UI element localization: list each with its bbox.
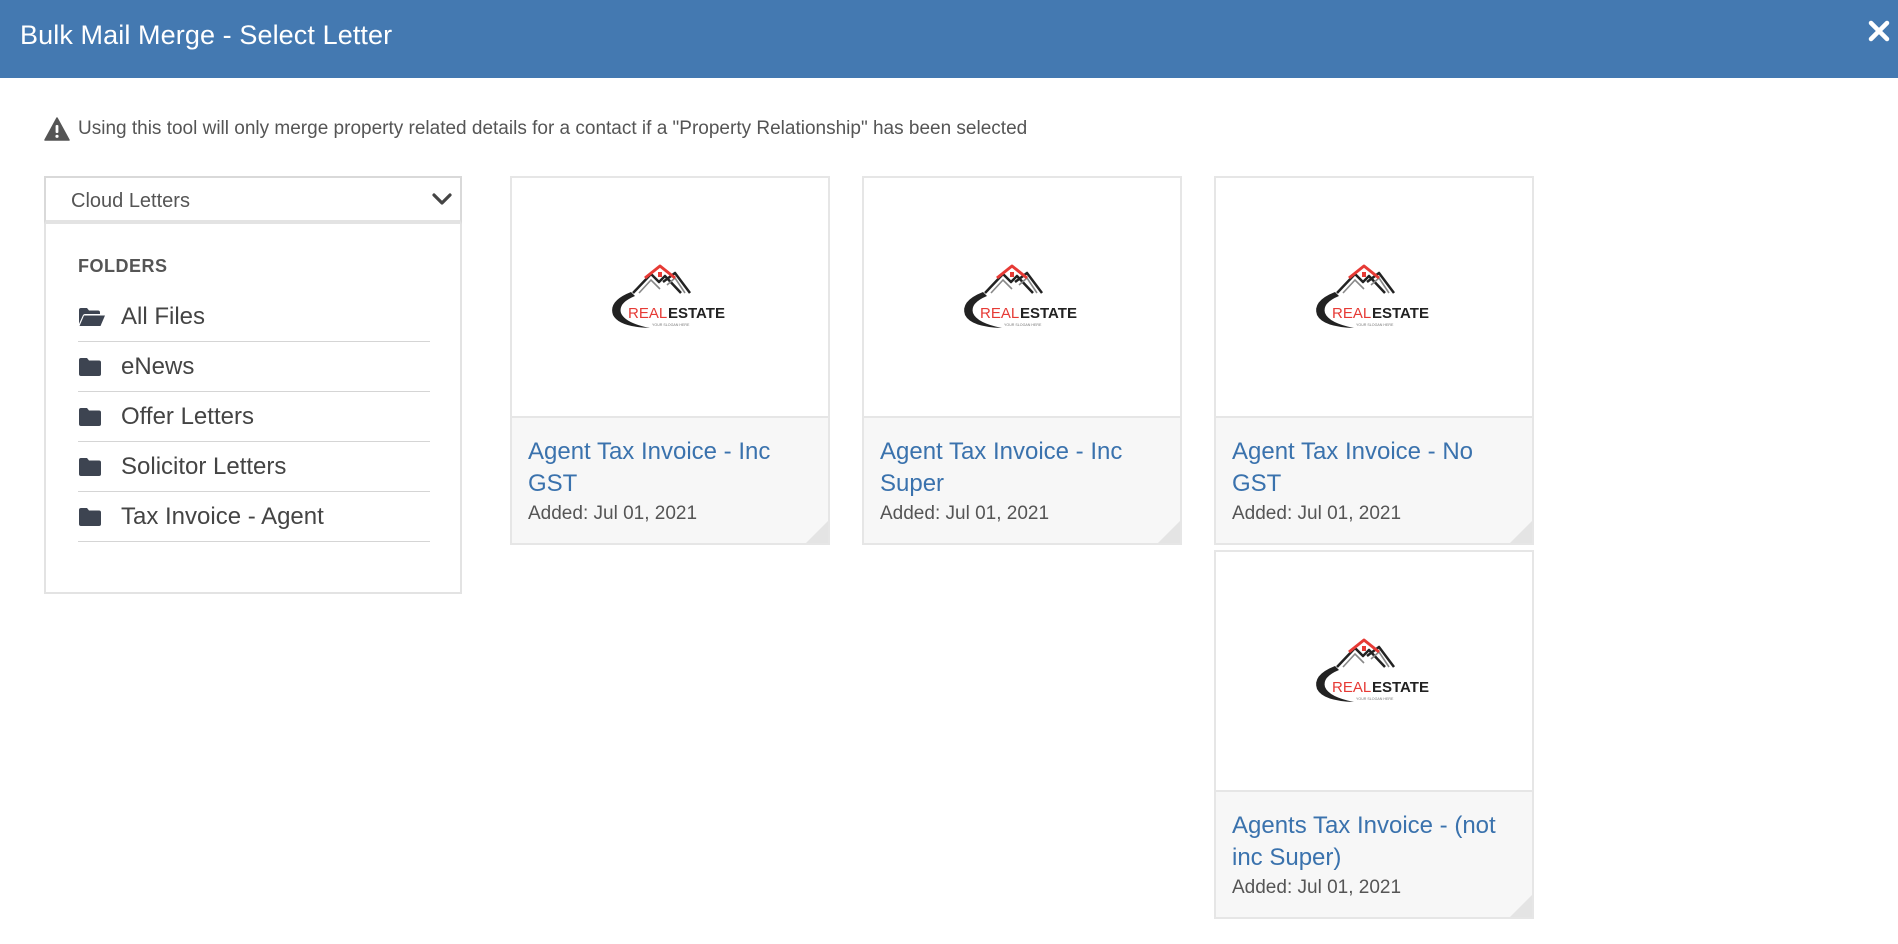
folder-label: Solicitor Letters bbox=[121, 452, 287, 480]
letter-title[interactable]: Agent Tax Invoice - Inc GST bbox=[528, 436, 812, 500]
letter-card-agent-tax-invoice-no-gst[interactable]: REAL ESTATE YOUR SLOGAN HERE Agent Tax I… bbox=[1214, 176, 1534, 545]
real-estate-logo: REAL ESTATE YOUR SLOGAN HERE bbox=[1316, 638, 1429, 702]
folder-item-all-files[interactable]: All Files bbox=[78, 292, 430, 342]
folder-item-solicitor-letters[interactable]: Solicitor Letters bbox=[78, 442, 430, 492]
logo-text-estate: ESTATE bbox=[1372, 305, 1429, 322]
folder-icon bbox=[79, 457, 101, 476]
folder-label: eNews bbox=[121, 352, 195, 380]
real-estate-logo: REAL ESTATE YOUR SLOGAN HERE bbox=[1316, 264, 1429, 328]
folder-item-tax-invoice-agent[interactable]: Tax Invoice - Agent bbox=[78, 492, 430, 542]
letter-thumbnail: REAL ESTATE YOUR SLOGAN HERE bbox=[864, 178, 1180, 418]
letter-added-date: Added: Jul 01, 2021 bbox=[528, 503, 698, 524]
folder-label: Tax Invoice - Agent bbox=[121, 502, 324, 530]
logo-slogan: YOUR SLOGAN HERE bbox=[1004, 323, 1042, 327]
card-corner bbox=[1158, 521, 1180, 543]
logo-text-real: REAL bbox=[1332, 305, 1371, 322]
modal-title: Bulk Mail Merge - Select Letter bbox=[20, 20, 393, 50]
letter-added-date: Added: Jul 01, 2021 bbox=[1232, 877, 1402, 898]
logo-text-estate: ESTATE bbox=[1372, 679, 1429, 696]
logo-text-estate: ESTATE bbox=[1020, 305, 1077, 322]
logo-text-real: REAL bbox=[980, 305, 1019, 322]
card-corner bbox=[806, 521, 828, 543]
real-estate-logo: REAL ESTATE YOUR SLOGAN HERE bbox=[964, 264, 1077, 328]
letter-card-agent-tax-invoice-inc-super[interactable]: REAL ESTATE YOUR SLOGAN HERE Agent Tax I… bbox=[862, 176, 1182, 545]
logo-text-real: REAL bbox=[1332, 679, 1371, 696]
letter-source-select[interactable]: Cloud Letters bbox=[44, 176, 462, 224]
letter-added-date: Added: Jul 01, 2021 bbox=[1232, 503, 1402, 524]
folder-list: All Files eNews Offer Letters Solicitor … bbox=[78, 292, 430, 542]
logo-text-real: REAL bbox=[628, 305, 667, 322]
chevron-down-icon bbox=[432, 193, 452, 205]
close-icon[interactable] bbox=[1866, 18, 1892, 44]
card-corner bbox=[1510, 521, 1532, 543]
letter-card-agents-tax-invoice-not-inc-super[interactable]: REAL ESTATE YOUR SLOGAN HERE Agents Tax … bbox=[1214, 550, 1534, 919]
folder-label: All Files bbox=[121, 302, 206, 330]
modal-header: Bulk Mail Merge - Select Letter bbox=[0, 0, 1898, 78]
letter-thumbnail: REAL ESTATE YOUR SLOGAN HERE bbox=[1216, 552, 1532, 792]
folder-open-icon bbox=[79, 307, 105, 326]
notice-text: Using this tool will only merge property… bbox=[78, 118, 1028, 139]
letter-title[interactable]: Agent Tax Invoice - No GST bbox=[1232, 436, 1516, 500]
letter-card-body: Agent Tax Invoice - No GST Added: Jul 01… bbox=[1216, 418, 1532, 543]
folders-panel: FOLDERS All Files eNews Offer Letters So… bbox=[44, 224, 462, 594]
notice: Using this tool will only merge property… bbox=[44, 115, 1027, 143]
folder-icon bbox=[79, 357, 101, 376]
letter-card-body: Agent Tax Invoice - Inc Super Added: Jul… bbox=[864, 418, 1180, 543]
letter-thumbnail: REAL ESTATE YOUR SLOGAN HERE bbox=[512, 178, 828, 418]
letter-source-value: Cloud Letters bbox=[71, 190, 190, 212]
folder-icon bbox=[79, 507, 101, 526]
letter-title[interactable]: Agents Tax Invoice - (not inc Super) bbox=[1232, 810, 1516, 874]
real-estate-logo: REAL ESTATE YOUR SLOGAN HERE bbox=[612, 264, 725, 328]
letter-card-agent-tax-invoice-inc-gst[interactable]: REAL ESTATE YOUR SLOGAN HERE Agent Tax I… bbox=[510, 176, 830, 545]
card-corner bbox=[1510, 895, 1532, 917]
folder-icon bbox=[79, 407, 101, 426]
warning-icon bbox=[44, 117, 70, 141]
folders-heading: FOLDERS bbox=[78, 256, 168, 276]
folder-label: Offer Letters bbox=[121, 402, 254, 430]
logo-slogan: YOUR SLOGAN HERE bbox=[1356, 323, 1394, 327]
folder-item-enews[interactable]: eNews bbox=[78, 342, 430, 392]
letter-added-date: Added: Jul 01, 2021 bbox=[880, 503, 1050, 524]
logo-slogan: YOUR SLOGAN HERE bbox=[652, 323, 690, 327]
letter-thumbnail: REAL ESTATE YOUR SLOGAN HERE bbox=[1216, 178, 1532, 418]
letter-card-body: Agents Tax Invoice - (not inc Super) Add… bbox=[1216, 792, 1532, 917]
folder-item-offer-letters[interactable]: Offer Letters bbox=[78, 392, 430, 442]
logo-text-estate: ESTATE bbox=[668, 305, 725, 322]
logo-slogan: YOUR SLOGAN HERE bbox=[1356, 697, 1394, 701]
letter-card-body: Agent Tax Invoice - Inc GST Added: Jul 0… bbox=[512, 418, 828, 543]
letter-title[interactable]: Agent Tax Invoice - Inc Super bbox=[880, 436, 1164, 500]
